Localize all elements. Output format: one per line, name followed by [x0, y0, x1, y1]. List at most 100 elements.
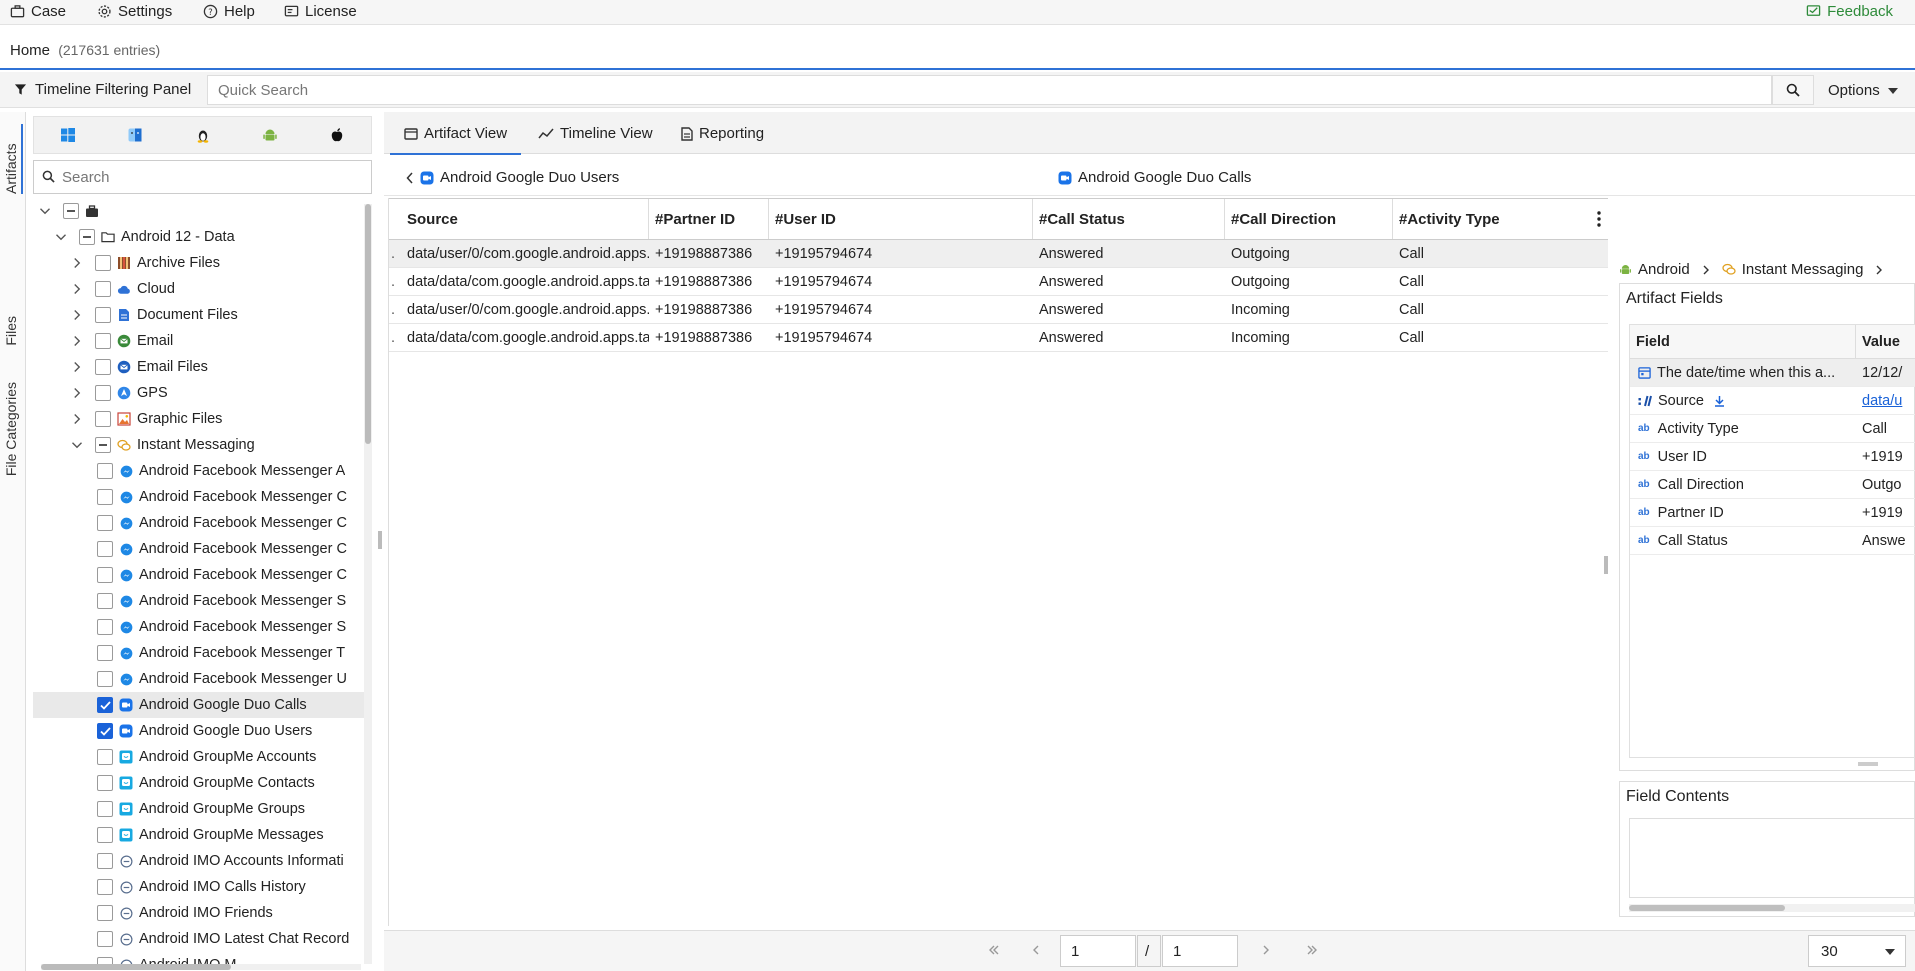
menu-settings[interactable]: Settings: [97, 3, 172, 20]
tree-item[interactable]: Android Google Duo Calls: [33, 692, 366, 718]
chevron-right-icon[interactable]: [69, 411, 85, 427]
tree-item-checkbox[interactable]: [97, 749, 113, 765]
tree-item[interactable]: Android GroupMe Contacts: [33, 770, 366, 796]
os-tab-linux[interactable]: [169, 117, 236, 153]
last-page-button[interactable]: [1306, 943, 1318, 960]
tree-item-checkbox[interactable]: [95, 333, 111, 349]
artifact-field-row[interactable]: ab Partner ID +1919: [1630, 499, 1915, 527]
os-tab-apple[interactable]: [304, 117, 371, 153]
artifact-fields-resize-grip[interactable]: [1858, 762, 1878, 766]
details-splitter[interactable]: [1604, 556, 1608, 574]
tree-item-checkbox[interactable]: [95, 411, 111, 427]
tree-item[interactable]: Android Facebook Messenger U: [33, 666, 366, 692]
os-tab-windows[interactable]: [34, 117, 101, 153]
menu-case[interactable]: Case: [10, 3, 66, 20]
details-crumb-android[interactable]: Android: [1638, 261, 1690, 278]
tree-item[interactable]: Android GroupMe Accounts: [33, 744, 366, 770]
tree-item-checkbox[interactable]: [97, 593, 113, 609]
back-to-duo-users-link[interactable]: Android Google Duo Users: [406, 169, 619, 186]
column-header-user-id[interactable]: #User ID: [769, 199, 1033, 239]
left-panel-splitter[interactable]: [378, 531, 382, 549]
previous-page-button[interactable]: [1032, 943, 1040, 960]
table-row[interactable]: . data/data/com.google.android.apps.tach.…: [389, 268, 1608, 296]
tree-item-checkbox[interactable]: [97, 931, 113, 947]
column-header-value[interactable]: Value: [1856, 325, 1915, 359]
column-header-call-status[interactable]: #Call Status: [1033, 199, 1225, 239]
tree-item-checkbox[interactable]: [97, 775, 113, 791]
tree-item-checkbox[interactable]: [79, 229, 95, 245]
timeline-filtering-panel-button[interactable]: Timeline Filtering Panel: [14, 81, 191, 98]
tab-file-categories[interactable]: File Categories: [3, 382, 19, 476]
tab-artifact-view[interactable]: Artifact View: [389, 125, 522, 155]
chevron-right-icon[interactable]: [69, 333, 85, 349]
tree-item[interactable]: Android Facebook Messenger S: [33, 588, 366, 614]
tree-item[interactable]: Android Facebook Messenger A: [33, 458, 366, 484]
feedback-button[interactable]: Feedback: [1806, 3, 1893, 20]
chevron-down-icon[interactable]: [69, 437, 85, 453]
tree-item[interactable]: Android Facebook Messenger T: [33, 640, 366, 666]
download-icon[interactable]: [1714, 395, 1725, 407]
quick-search-input[interactable]: [207, 75, 1772, 105]
chevron-down-icon[interactable]: [53, 229, 69, 245]
column-header-source[interactable]: Source: [401, 199, 649, 239]
tree-item-checkbox[interactable]: [97, 619, 113, 635]
artifact-field-row[interactable]: ab Call Status Answe: [1630, 527, 1915, 555]
chevron-right-icon[interactable]: [69, 359, 85, 375]
tree-item[interactable]: Android Google Duo Users: [33, 718, 366, 744]
tree-item[interactable]: Android GroupMe Groups: [33, 796, 366, 822]
artifact-field-row[interactable]: ab Activity Type Call: [1630, 415, 1915, 443]
tree-vertical-scrollbar[interactable]: [364, 204, 372, 964]
tree-item[interactable]: [33, 198, 366, 224]
tree-item-checkbox[interactable]: [97, 463, 113, 479]
tree-item-checkbox[interactable]: [97, 645, 113, 661]
tree-item[interactable]: Android IMO Latest Chat Record: [33, 926, 366, 952]
tree-horizontal-scroll-thumb[interactable]: [41, 964, 231, 970]
field-contents-scroll-thumb[interactable]: [1629, 905, 1785, 911]
first-page-button[interactable]: [988, 943, 1000, 960]
os-tab-macos-finder[interactable]: [101, 117, 168, 153]
tree-search-input[interactable]: [62, 165, 362, 189]
tree-item[interactable]: GPS: [33, 380, 366, 406]
tree-item[interactable]: Android Facebook Messenger C: [33, 562, 366, 588]
tree-item[interactable]: Document Files: [33, 302, 366, 328]
tree-item[interactable]: Graphic Files: [33, 406, 366, 432]
page-size-select[interactable]: 30: [1808, 935, 1906, 967]
tree-item-checkbox[interactable]: [95, 359, 111, 375]
artifact-field-value[interactable]: data/u: [1862, 387, 1915, 414]
tree-item-checkbox[interactable]: [97, 827, 113, 843]
tab-reporting[interactable]: Reporting: [681, 125, 764, 142]
tree-item-checkbox[interactable]: [97, 671, 113, 687]
tree-item-checkbox[interactable]: [97, 853, 113, 869]
column-header-partner-id[interactable]: #Partner ID: [649, 199, 769, 239]
tab-artifacts[interactable]: Artifacts: [3, 124, 23, 194]
chevron-right-icon[interactable]: [69, 255, 85, 271]
chevron-right-icon[interactable]: [69, 385, 85, 401]
details-crumb-instant-messaging[interactable]: Instant Messaging: [1742, 261, 1864, 278]
column-header-call-direction[interactable]: #Call Direction: [1225, 199, 1393, 239]
table-row[interactable]: . data/data/com.google.android.apps.tach.…: [389, 324, 1608, 352]
tree-item[interactable]: Cloud: [33, 276, 366, 302]
os-tab-android[interactable]: [236, 117, 303, 153]
chevron-right-icon[interactable]: [69, 281, 85, 297]
menu-help[interactable]: ? Help: [203, 3, 255, 20]
tree-item-checkbox[interactable]: [95, 281, 111, 297]
tree-item-checkbox[interactable]: [97, 697, 113, 713]
chevron-down-icon[interactable]: [37, 203, 53, 219]
artifact-field-row[interactable]: ab Call Direction Outgo: [1630, 471, 1915, 499]
options-dropdown[interactable]: Options: [1828, 82, 1898, 99]
tree-item-checkbox[interactable]: [97, 905, 113, 921]
artifact-field-row[interactable]: Source data/u: [1630, 387, 1915, 415]
tree-item-checkbox[interactable]: [97, 515, 113, 531]
table-row[interactable]: . data/user/0/com.google.android.apps.ta.…: [389, 296, 1608, 324]
tree-item[interactable]: Android Facebook Messenger C: [33, 536, 366, 562]
table-row[interactable]: . data/user/0/com.google.android.apps.ta.…: [389, 240, 1608, 268]
tree-item-checkbox[interactable]: [97, 489, 113, 505]
tree-item-checkbox[interactable]: [97, 723, 113, 739]
tree-item[interactable]: Android Facebook Messenger C: [33, 484, 366, 510]
page-number-input[interactable]: 1: [1060, 935, 1136, 967]
column-header-field[interactable]: Field: [1630, 325, 1856, 359]
tree-item-checkbox[interactable]: [95, 385, 111, 401]
home-tab[interactable]: Home (217631 entries): [10, 42, 160, 59]
tree-item-checkbox[interactable]: [95, 437, 111, 453]
tree-item-checkbox[interactable]: [97, 879, 113, 895]
